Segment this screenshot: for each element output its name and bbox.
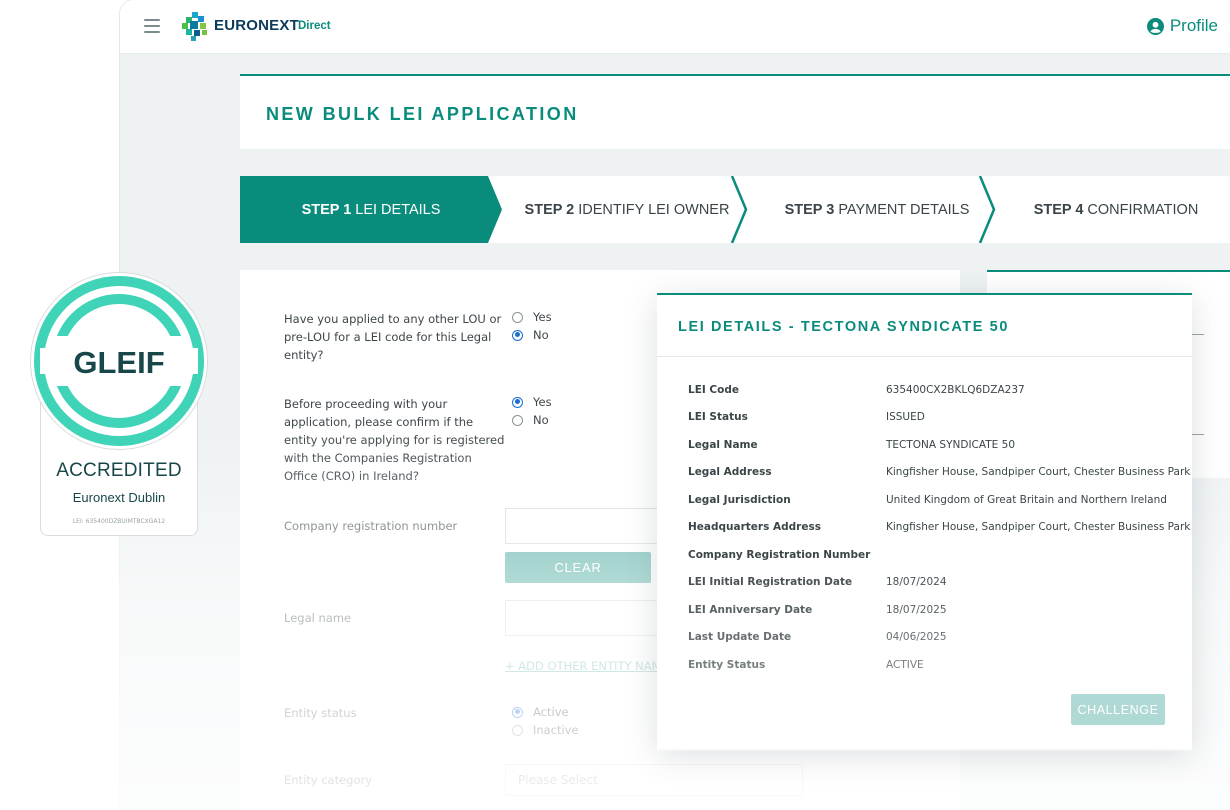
add-other-entity-name-link[interactable]: + ADD OTHER ENTITY NAME bbox=[505, 659, 669, 673]
gleif-logo-icon: GLEIF bbox=[34, 276, 204, 446]
step-2-number: STEP 2 bbox=[524, 201, 575, 218]
brand-name: EURONEXT bbox=[214, 17, 299, 34]
question-cro-registered: Before proceeding with your application,… bbox=[284, 397, 505, 483]
radio-group-entity-status: Active Inactive bbox=[512, 703, 579, 739]
profile-button[interactable]: Profile bbox=[1146, 16, 1218, 36]
modal-divider bbox=[657, 356, 1192, 357]
euronext-logo-icon bbox=[182, 12, 207, 41]
detail-row-lei-code: LEI Code 635400CX2BKLQ6DZA237 bbox=[688, 384, 1025, 396]
lei-details-modal: LEI DETAILS - TECTONA SYNDICATE 50 LEI C… bbox=[657, 293, 1192, 751]
legal-name-label: Legal name bbox=[284, 611, 352, 625]
collapse-dash-icon[interactable] bbox=[1192, 334, 1204, 335]
radio-status-active[interactable]: Active bbox=[512, 703, 579, 721]
detail-row-initial-registration-date: LEI Initial Registration Date 18/07/2024 bbox=[688, 576, 947, 588]
step-4-label: CONFIRMATION bbox=[1087, 201, 1199, 218]
badge-lei: LEI: 635400DZBUIMTBCXGA12 bbox=[72, 518, 166, 525]
step-1-label: LEI DETAILS bbox=[355, 201, 441, 218]
detail-row-legal-address: Legal Address Kingfisher House, Sandpiper… bbox=[688, 466, 1191, 478]
radio-other-lou-yes[interactable]: Yes bbox=[512, 308, 552, 326]
company-reg-label: Company registration number bbox=[284, 519, 458, 533]
question-other-lou: Have you applied to any other LOU or pre… bbox=[284, 312, 502, 362]
step-3-tab[interactable]: STEP 3 PAYMENT DETAILS bbox=[752, 176, 1002, 243]
detail-row-last-update-date: Last Update Date 04/06/2025 bbox=[688, 631, 947, 643]
challenge-button[interactable]: CHALLENGE bbox=[1071, 694, 1165, 725]
profile-label: Profile bbox=[1169, 16, 1218, 35]
entity-category-select[interactable]: Please Select bbox=[505, 764, 803, 796]
badge-accredited: ACCREDITED bbox=[56, 460, 182, 481]
radio-status-inactive[interactable]: Inactive bbox=[512, 721, 579, 739]
gleif-accredited-badge: GLEIF ACCREDITED Euronext Dublin LEI: 63… bbox=[30, 272, 208, 536]
user-icon bbox=[1146, 17, 1164, 35]
radio-group-cro: Yes No bbox=[512, 393, 552, 429]
detail-row-anniversary-date: LEI Anniversary Date 18/07/2025 bbox=[688, 604, 947, 616]
collapse-dash-icon[interactable] bbox=[1192, 434, 1204, 435]
detail-row-hq-address: Headquarters Address Kingfisher House, Sa… bbox=[688, 521, 1191, 533]
radio-other-lou-no[interactable]: No bbox=[512, 326, 552, 344]
entity-category-label: Entity category bbox=[284, 773, 373, 787]
radio-group-other-lou: Yes No bbox=[512, 308, 552, 344]
step-2-tab[interactable]: STEP 2 IDENTIFY LEI OWNER bbox=[502, 176, 752, 243]
page-title: NEW BULK LEI APPLICATION bbox=[266, 104, 579, 124]
stepper: STEP 1 LEI DETAILS STEP 2 IDENTIFY LEI O… bbox=[240, 176, 1230, 243]
detail-row-entity-status: Entity Status ACTIVE bbox=[688, 659, 924, 671]
hamburger-menu-icon[interactable] bbox=[144, 19, 160, 33]
detail-row-legal-name: Legal Name TECTONA SYNDICATE 50 bbox=[688, 439, 1015, 451]
title-card: NEW BULK LEI APPLICATION bbox=[240, 74, 1230, 149]
radio-cro-yes[interactable]: Yes bbox=[512, 393, 552, 411]
entity-status-label: Entity status bbox=[284, 706, 357, 720]
step-separator-chevron-icon bbox=[730, 176, 748, 243]
step-separator-chevron-icon bbox=[978, 176, 996, 243]
clear-button[interactable]: CLEAR bbox=[505, 552, 651, 583]
step-3-number: STEP 3 bbox=[784, 201, 835, 218]
step-1-number: STEP 1 bbox=[301, 201, 352, 218]
modal-title: LEI DETAILS - TECTONA SYNDICATE 50 bbox=[678, 319, 1009, 335]
gleif-logo-text: GLEIF bbox=[73, 345, 164, 380]
brand-sub: Direct bbox=[298, 20, 331, 32]
step-2-label: IDENTIFY LEI OWNER bbox=[578, 201, 730, 218]
step-4-number: STEP 4 bbox=[1033, 201, 1084, 218]
step-1-tab[interactable]: STEP 1 LEI DETAILS bbox=[240, 176, 502, 243]
step-3-label: PAYMENT DETAILS bbox=[838, 201, 970, 218]
step-4-tab[interactable]: STEP 4 CONFIRMATION bbox=[1002, 176, 1230, 243]
top-bar: EURONEXT Direct Profile bbox=[120, 0, 1230, 54]
radio-cro-no[interactable]: No bbox=[512, 411, 552, 429]
detail-row-lei-status: LEI Status ISSUED bbox=[688, 411, 925, 423]
detail-row-company-reg-number: Company Registration Number bbox=[688, 549, 871, 561]
detail-row-legal-jurisdiction: Legal Jurisdiction United Kingdom of Grea… bbox=[688, 494, 1167, 506]
badge-subtitle: Euronext Dublin bbox=[72, 490, 166, 505]
